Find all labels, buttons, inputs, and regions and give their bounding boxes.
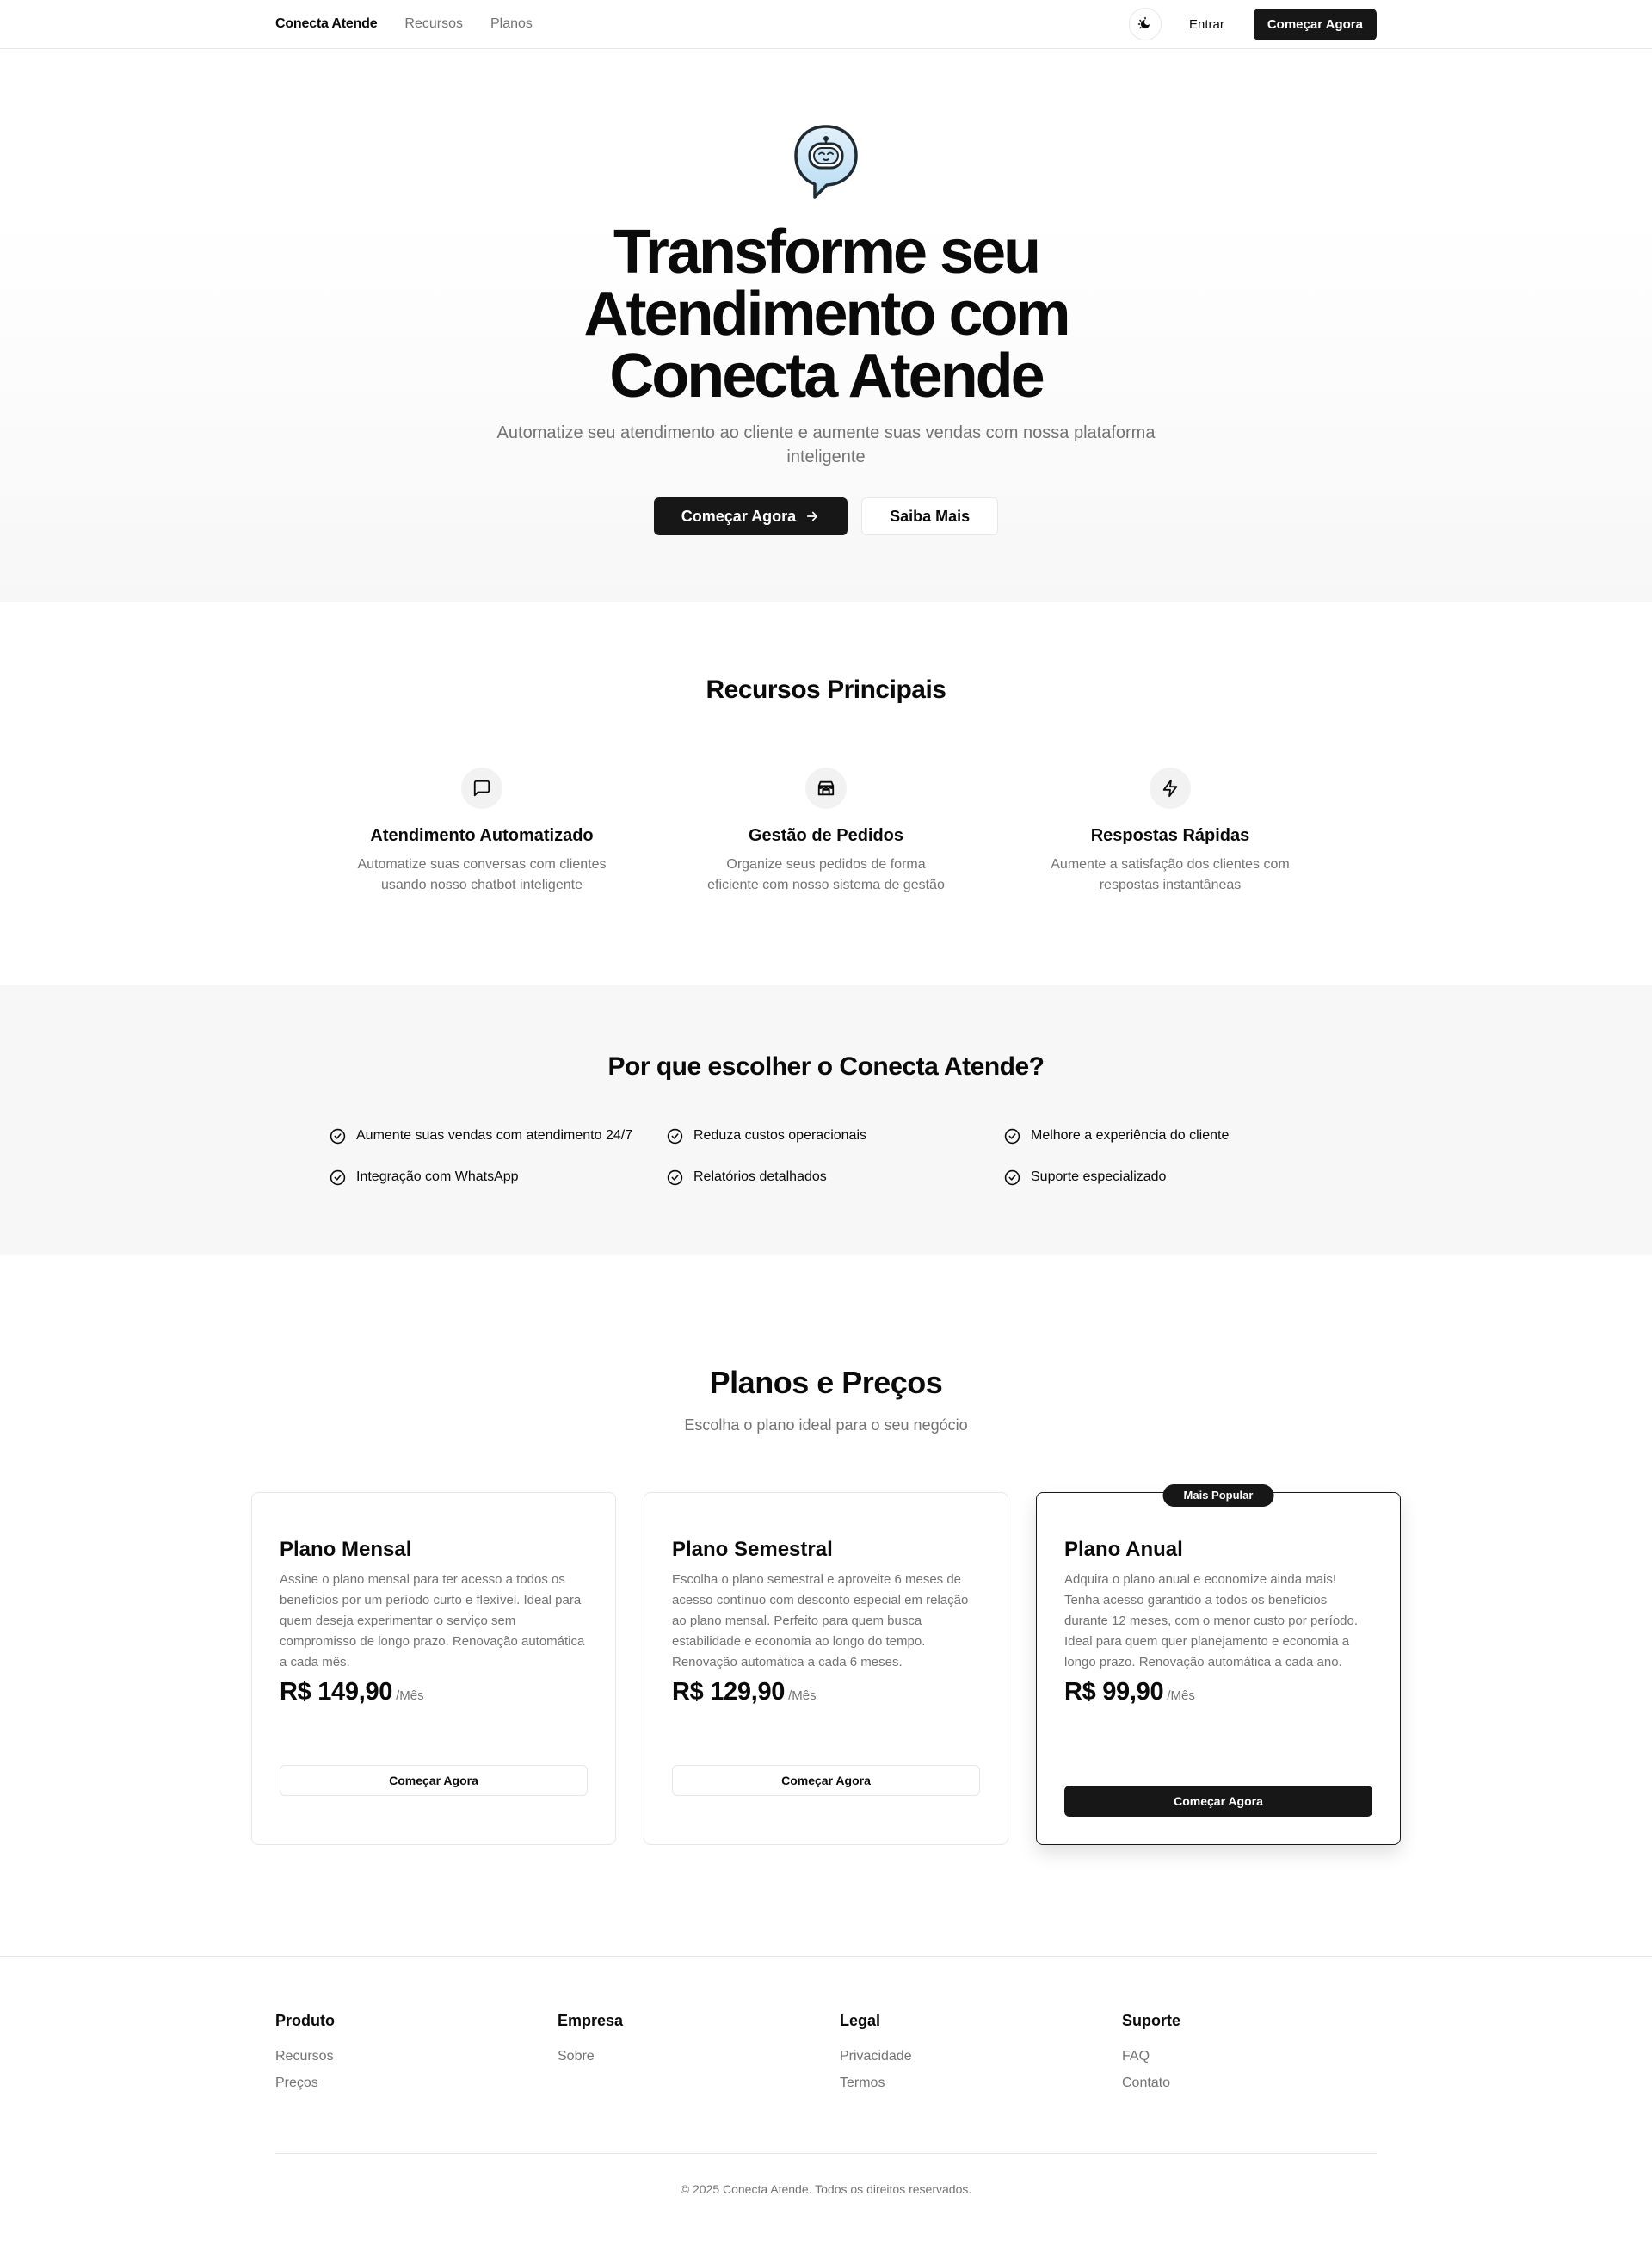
- footer-link-precos[interactable]: Preços: [275, 2076, 558, 2091]
- hero-title: Transforme seu Atendimento com Conecta A…: [583, 218, 1070, 410]
- nav-cta-button[interactable]: Começar Agora: [1253, 8, 1377, 40]
- check-circle-icon: [667, 1169, 683, 1185]
- feature-icon-wrap: [805, 768, 847, 809]
- plan-card-semestral: Plano Semestral Escolha o plano semestra…: [644, 1492, 1008, 1845]
- benefit-item: Melhore a experiência do cliente: [1004, 1128, 1341, 1144]
- theme-toggle-button[interactable]: [1128, 8, 1162, 40]
- plan-description: Adquira o plano anual e economize ainda …: [1064, 1572, 1359, 1669]
- zap-icon: [1162, 779, 1178, 798]
- footer-column-legal: Legal Privacidade Termos: [840, 2012, 1122, 2091]
- plan-start-button[interactable]: Começar Agora: [672, 1765, 980, 1796]
- feature-title: Atendimento Automatizado: [370, 826, 594, 845]
- nav-link-recursos[interactable]: Recursos: [404, 16, 463, 32]
- benefit-label: Melhore a experiência do cliente: [1031, 1128, 1230, 1143]
- footer-column-title: Legal: [840, 2012, 881, 2029]
- arrow-right-icon: [807, 511, 818, 521]
- chat-robot-icon: [794, 125, 858, 199]
- popular-badge: Mais Popular: [1162, 1484, 1274, 1507]
- plan-card-mensal: Plano Mensal Assine o plano mensal para …: [251, 1492, 616, 1845]
- benefit-item: Aumente suas vendas com atendimento 24/7: [330, 1128, 667, 1144]
- footer-column-title: Empresa: [558, 2012, 624, 2029]
- benefit-label: Aumente suas vendas com atendimento 24/7: [356, 1128, 633, 1143]
- feature-icon-wrap: [1150, 768, 1191, 809]
- footer-column-produto: Produto Recursos Preços: [275, 2012, 558, 2091]
- plan-name: Plano Anual: [1064, 1538, 1183, 1561]
- plan-price-unit: /Mês: [396, 1688, 424, 1703]
- feature-title: Respostas Rápidas: [1090, 826, 1250, 845]
- benefit-item: Reduza custos operacionais: [667, 1128, 1004, 1144]
- login-button[interactable]: Entrar: [1189, 17, 1224, 32]
- hero-start-button[interactable]: Começar Agora: [653, 497, 848, 535]
- features-title: Recursos Principais: [706, 676, 946, 704]
- check-circle-icon: [330, 1169, 346, 1185]
- footer-column-title: Produto: [275, 2012, 335, 2029]
- navbar: Conecta Atende Recursos Planos Entrar Co…: [0, 0, 1652, 49]
- nav-link-planos[interactable]: Planos: [490, 16, 533, 32]
- feature-card: Respostas Rápidas Aumente a satisfação d…: [998, 768, 1342, 896]
- feature-icon-wrap: [461, 768, 502, 809]
- feature-card: Gestão de Pedidos Organize seus pedidos …: [654, 768, 998, 896]
- plan-price: R$ 149,90: [280, 1678, 393, 1706]
- footer-link-termos[interactable]: Termos: [840, 2076, 1122, 2091]
- footer-link-recursos[interactable]: Recursos: [275, 2049, 558, 2064]
- why-title: Por que escolher o Conecta Atende?: [607, 1052, 1045, 1081]
- why-section: Por que escolher o Conecta Atende? Aumen…: [0, 985, 1652, 1255]
- plan-price-unit: /Mês: [788, 1688, 817, 1703]
- benefit-item: Integração com WhatsApp: [330, 1169, 667, 1185]
- hero-section: Transforme seu Atendimento com Conecta A…: [0, 49, 1652, 602]
- benefit-item: Relatórios detalhados: [667, 1169, 1004, 1185]
- check-circle-icon: [330, 1128, 346, 1144]
- footer-link-sobre[interactable]: Sobre: [558, 2049, 840, 2064]
- plan-price-unit: /Mês: [1167, 1688, 1195, 1703]
- footer-column-suporte: Suporte FAQ Contato: [1122, 2012, 1404, 2091]
- plan-name: Plano Semestral: [672, 1538, 833, 1561]
- plan-start-button[interactable]: Começar Agora: [1064, 1786, 1372, 1817]
- plan-price: R$ 99,90: [1064, 1678, 1164, 1706]
- benefit-label: Relatórios detalhados: [693, 1169, 827, 1184]
- footer-column-title: Suporte: [1122, 2012, 1181, 2029]
- hero-learn-more-button[interactable]: Saiba Mais: [861, 497, 999, 535]
- features-section: Recursos Principais Atendimento Automati…: [0, 602, 1652, 985]
- footer-link-contato[interactable]: Contato: [1122, 2076, 1404, 2091]
- plan-description: Assine o plano mensal para ter acesso a …: [280, 1572, 585, 1669]
- benefit-label: Reduza custos operacionais: [693, 1128, 867, 1143]
- footer-column-empresa: Empresa Sobre: [558, 2012, 840, 2091]
- feature-card: Atendimento Automatizado Automatize suas…: [310, 768, 654, 896]
- check-circle-icon: [1004, 1169, 1020, 1185]
- benefit-label: Suporte especializado: [1031, 1169, 1167, 1184]
- benefit-item: Suporte especializado: [1004, 1169, 1341, 1185]
- copyright-text: © 2025 Conecta Atende. Todos os direitos…: [680, 2182, 972, 2196]
- feature-title: Gestão de Pedidos: [748, 826, 904, 845]
- check-circle-icon: [1004, 1128, 1020, 1144]
- feature-description: Organize seus pedidos de forma eficiente…: [707, 857, 945, 892]
- check-circle-icon: [667, 1128, 683, 1144]
- plan-card-anual: Mais Popular Plano Anual Adquira o plano…: [1036, 1484, 1401, 1845]
- hero-subtitle: Automatize seu atendimento ao cliente e …: [496, 423, 1156, 466]
- feature-description: Aumente a satisfação dos clientes com re…: [1051, 857, 1290, 892]
- footer: Produto Recursos Preços Empresa Sobre Le…: [0, 1956, 1652, 2252]
- moon-sun-icon: [1137, 16, 1150, 29]
- plan-start-button[interactable]: Começar Agora: [280, 1765, 588, 1796]
- plan-description: Escolha o plano semestral e aproveite 6 …: [672, 1572, 969, 1669]
- hero-start-label: Começar Agora: [681, 507, 797, 525]
- message-square-icon: [473, 780, 490, 797]
- benefit-label: Integração com WhatsApp: [356, 1169, 519, 1184]
- footer-link-privacidade[interactable]: Privacidade: [840, 2049, 1122, 2064]
- footer-divider: [275, 2153, 1377, 2154]
- pricing-subtitle: Escolha o plano ideal para o seu negócio: [684, 1416, 968, 1434]
- plan-price: R$ 129,90: [672, 1678, 786, 1706]
- feature-description: Automatize suas conversas com clientes u…: [357, 857, 607, 892]
- footer-link-faq[interactable]: FAQ: [1122, 2049, 1404, 2064]
- pricing-section: Planos e Preços Escolha o plano ideal pa…: [0, 1255, 1652, 1956]
- plan-name: Plano Mensal: [280, 1538, 412, 1561]
- pricing-title: Planos e Preços: [709, 1365, 943, 1400]
- brand-logo[interactable]: Conecta Atende: [275, 16, 378, 32]
- store-icon: [817, 780, 835, 796]
